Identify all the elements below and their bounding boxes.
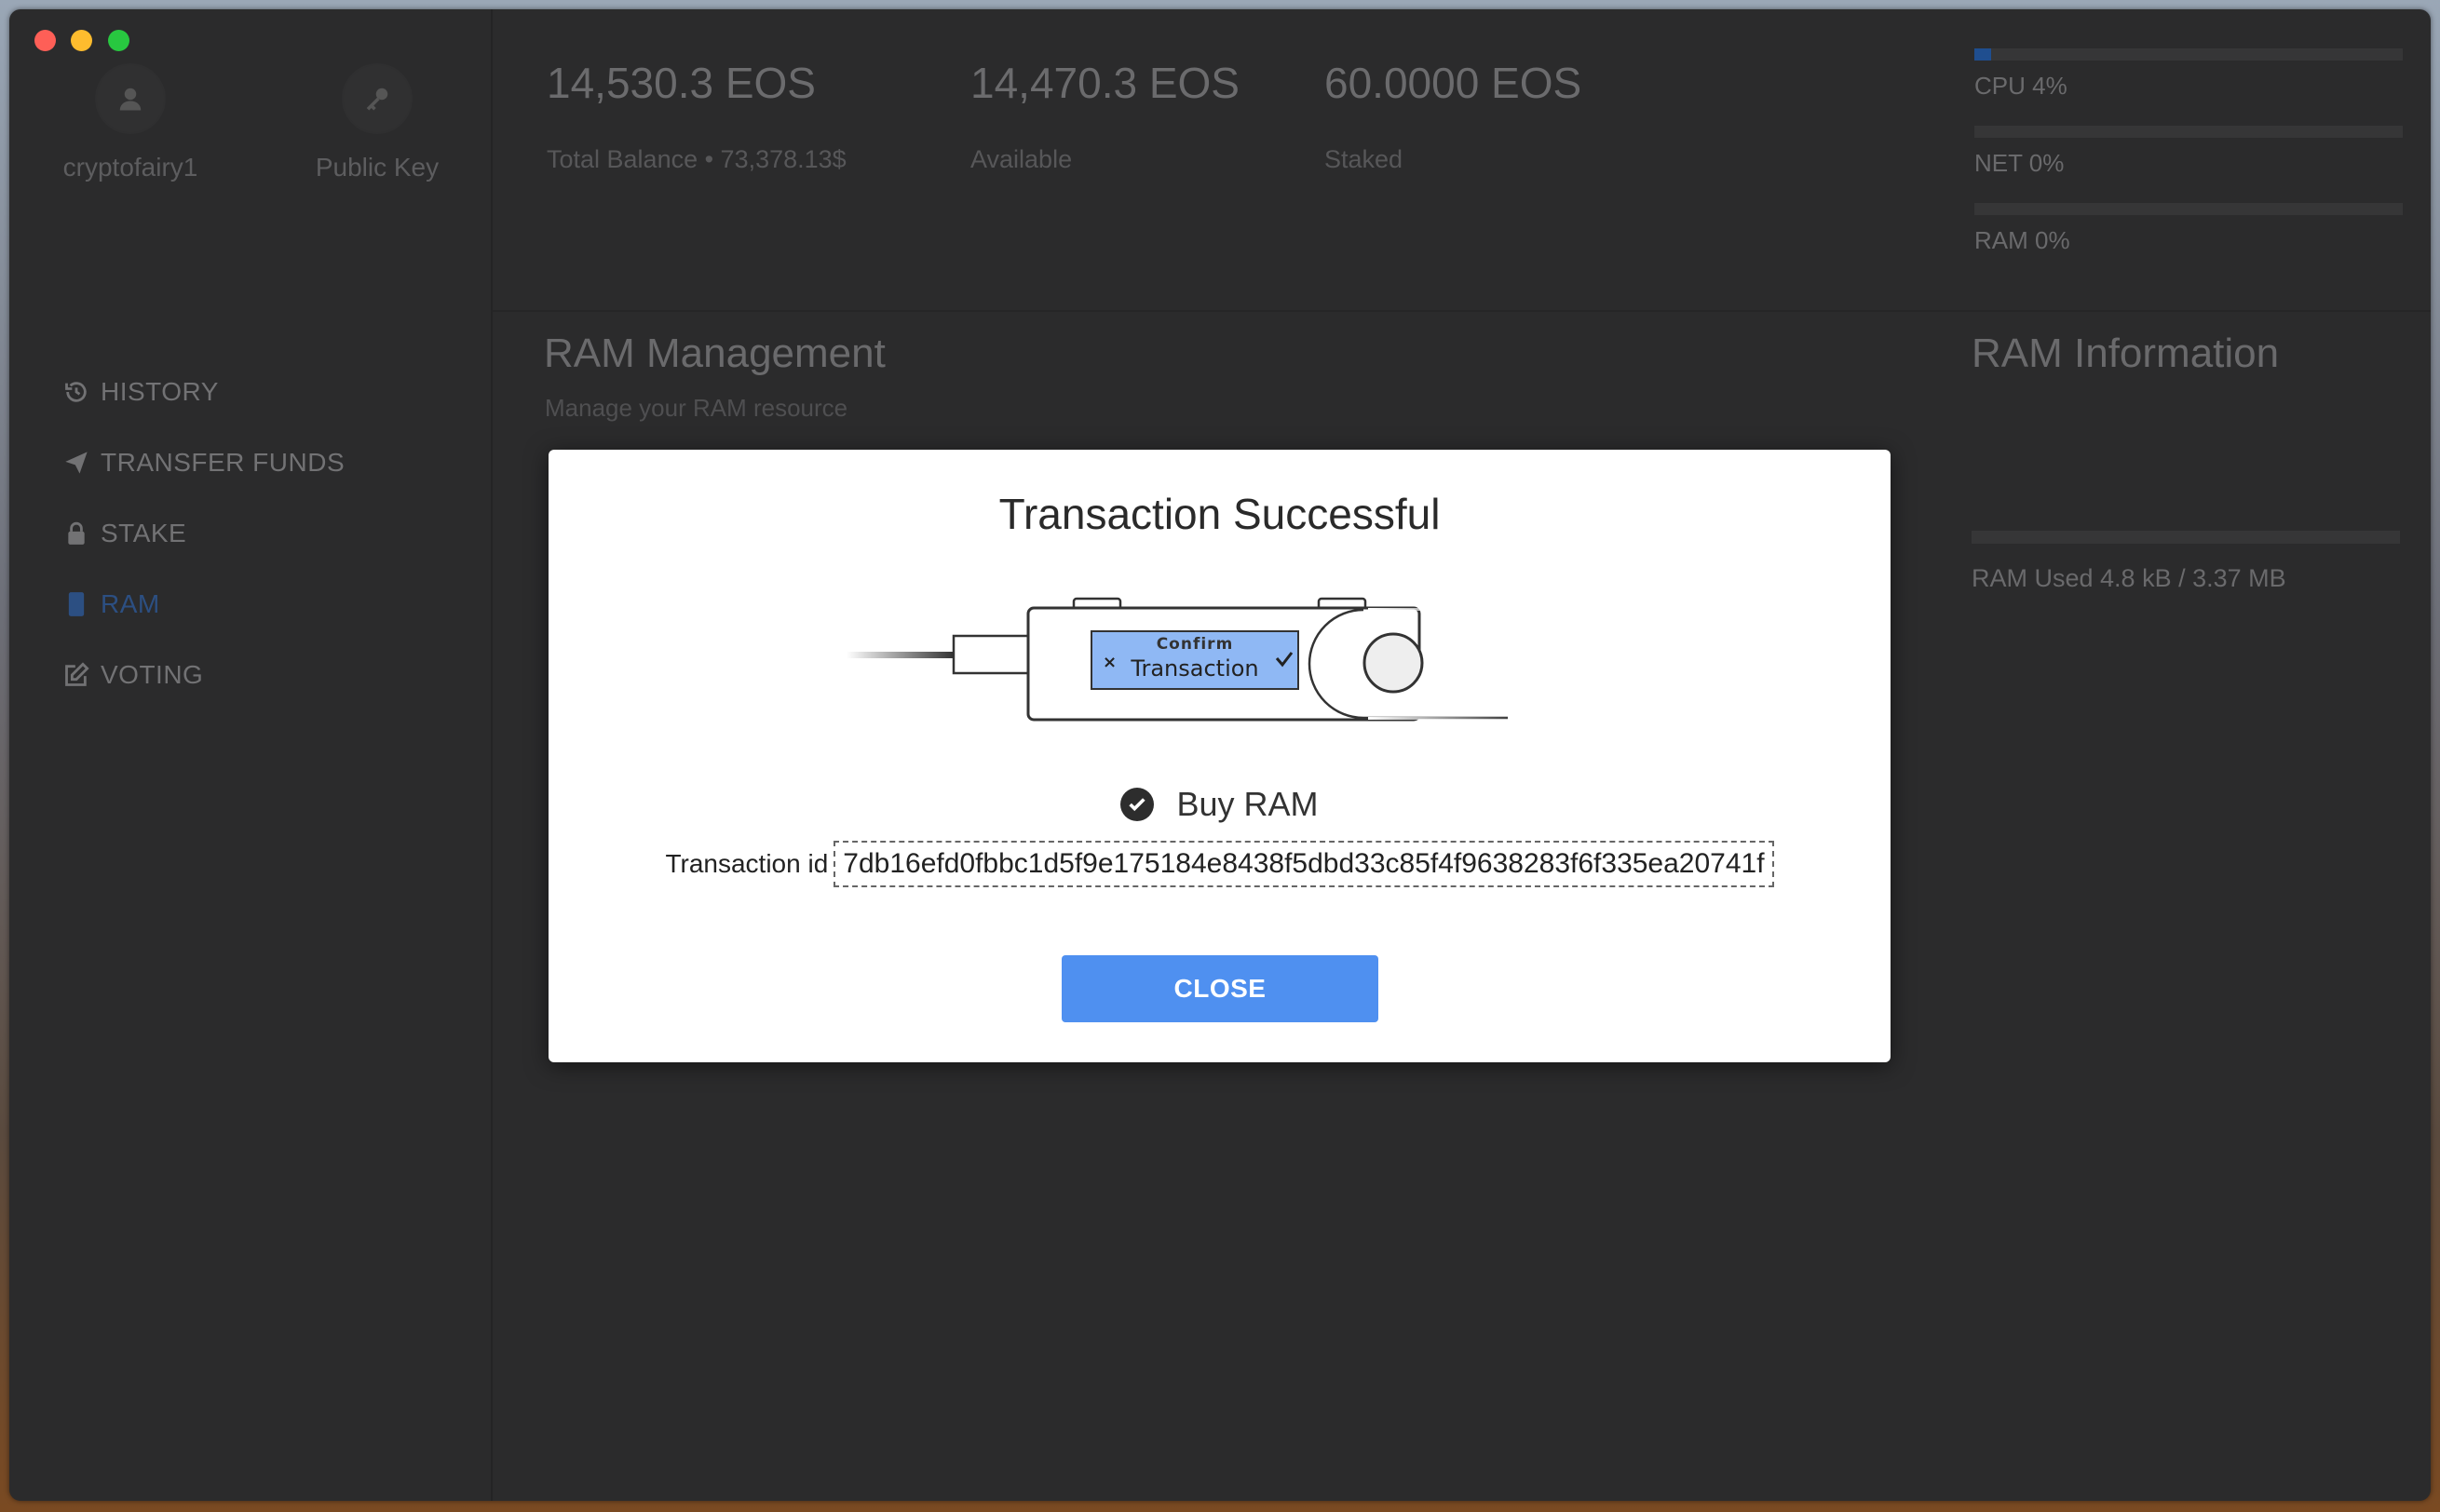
ram-label: RAM 0%	[1974, 226, 2070, 254]
ram-used-bar	[1972, 531, 2400, 544]
ram-bar	[1974, 203, 2403, 215]
edit-icon	[61, 660, 91, 690]
public-key-label: Public Key	[315, 153, 440, 182]
key-icon	[344, 65, 411, 132]
sidebar-item-stake[interactable]: STAKE	[61, 517, 345, 550]
account-public-key[interactable]: Public Key	[293, 65, 461, 182]
transaction-id-value[interactable]: 7db16efd0fbbc1d5f9e175184e8438f5dbd33c85…	[834, 841, 1774, 887]
total-balance: 14,530.3 EOS Total Balance • 73,378.13$	[547, 58, 847, 174]
sidebar-item-voting[interactable]: VOTING	[61, 658, 345, 692]
transaction-modal: Transaction Successful × Confirm Transac…	[549, 450, 1891, 1062]
ram-management-subtitle: Manage your RAM resource	[545, 394, 848, 422]
available-balance-label: Available	[970, 145, 1073, 173]
send-icon	[61, 448, 91, 478]
sidebar-item-label: STAKE	[101, 519, 187, 547]
sidebar-item-label: TRANSFER FUNDS	[101, 448, 346, 477]
staked-balance-label: Staked	[1324, 145, 1403, 173]
transaction-id-label: Transaction id	[665, 849, 829, 878]
ram-used-label: RAM Used 4.8 kB / 3.37 MB	[1972, 564, 2286, 592]
ledger-device-illustration: × Confirm Transaction	[847, 589, 1592, 743]
cpu-bar-fill	[1974, 48, 1992, 61]
lock-icon	[61, 519, 91, 548]
ram-information-title: RAM Information	[1972, 331, 2280, 376]
check-circle-icon	[1120, 788, 1155, 821]
staked-balance: 60.0000 EOS Staked	[1324, 58, 1581, 174]
sidebar-item-ram[interactable]: RAM	[61, 587, 345, 621]
net-label: NET 0%	[1974, 149, 2065, 177]
sidebar-item-transfer-funds[interactable]: TRANSFER FUNDS	[61, 446, 345, 479]
sidebar-nav: HISTORY TRANSFER FUNDS STAKE RAM VOTING	[61, 375, 345, 729]
sidebar-item-label: RAM	[101, 589, 160, 618]
transaction-id-row: Transaction id 7db16efd0fbbc1d5f9e175184…	[549, 841, 1891, 887]
cpu-resource: CPU 4%	[1974, 48, 2403, 101]
ram-resource: RAM 0%	[1974, 203, 2403, 255]
action-label: Buy RAM	[1176, 785, 1319, 823]
close-button[interactable]: CLOSE	[1062, 955, 1378, 1022]
account-user[interactable]: cryptofairy1	[47, 65, 214, 182]
transaction-action: Buy RAM	[549, 785, 1891, 824]
user-icon	[97, 65, 164, 132]
total-balance-label: Total Balance • 73,378.13$	[547, 145, 847, 173]
cpu-bar	[1974, 48, 2403, 61]
sidebar-item-history[interactable]: HISTORY	[61, 375, 345, 409]
memory-icon	[61, 589, 91, 619]
sidebar: cryptofairy1 Public Key HISTORY TRANSFER…	[9, 9, 493, 1501]
svg-text:×: ×	[1103, 653, 1117, 672]
history-icon	[61, 377, 91, 407]
modal-title: Transaction Successful	[998, 490, 1441, 538]
sidebar-item-label: VOTING	[101, 660, 204, 689]
available-balance-value: 14,470.3 EOS	[970, 59, 1240, 107]
net-resource: NET 0%	[1974, 126, 2403, 178]
ram-management-title: RAM Management	[544, 331, 886, 376]
sidebar-item-label: HISTORY	[101, 377, 219, 406]
net-bar	[1974, 126, 2403, 138]
staked-balance-value: 60.0000 EOS	[1324, 59, 1582, 107]
cpu-label: CPU 4%	[1974, 72, 2067, 100]
account-name: cryptofairy1	[62, 153, 198, 182]
total-balance-value: 14,530.3 EOS	[547, 59, 816, 107]
available-balance: 14,470.3 EOS Available	[970, 58, 1240, 174]
